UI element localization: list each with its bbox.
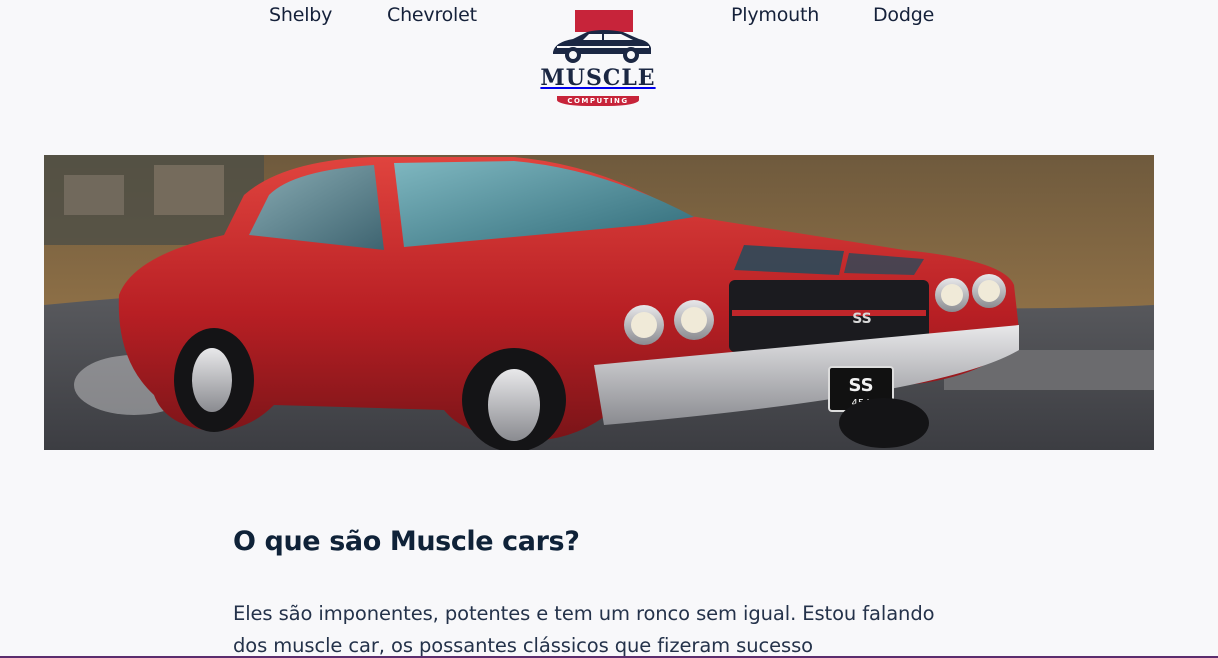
license-plate-text: SS [848, 375, 873, 396]
grille-badge: SS [852, 311, 872, 327]
hero-illustration: SS 454 SS [44, 155, 1154, 450]
nav-link-shelby[interactable]: Shelby [269, 4, 332, 26]
logo-ribbon: COMPUTING [557, 96, 639, 106]
article-title: O que são Muscle cars? [233, 526, 580, 557]
nav-link-plymouth[interactable]: Plymouth [731, 4, 819, 26]
muscle-car-logo-icon [553, 10, 651, 63]
red-muscle-car-hero-image: SS 454 SS [44, 155, 1154, 450]
page: Shelby Chevrolet MUSCLE COMPUTING Plymou… [0, 0, 1218, 658]
nav-link-dodge[interactable]: Dodge [873, 4, 934, 26]
article-body: Eles são imponentes, potentes e tem um r… [233, 602, 935, 657]
logo-wordmark: MUSCLE [540, 65, 656, 91]
site-logo[interactable]: MUSCLE COMPUTING [536, 8, 660, 108]
nav-link-chevrolet[interactable]: Chevrolet [387, 4, 477, 26]
